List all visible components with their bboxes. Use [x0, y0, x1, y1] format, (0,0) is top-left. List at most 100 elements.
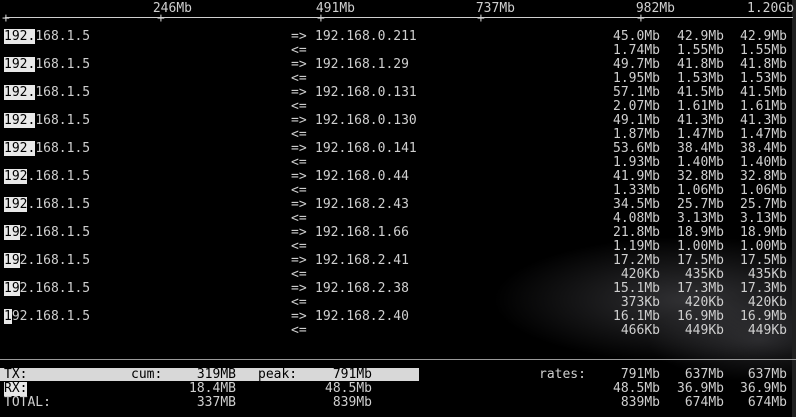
rx-rate-2s: 2.07Mb	[613, 99, 660, 114]
rx-rate-10s: 435Kb	[684, 267, 724, 282]
rx-rate-2s: 1.87Mb	[613, 127, 660, 142]
tx-rate-10s: 637Mb	[684, 367, 724, 382]
outbound-arrow: =>	[291, 309, 307, 324]
traffic-bar-segment: 192.	[4, 113, 36, 128]
scale-tick-mark: +	[2, 11, 10, 26]
traffic-bar-segment: 192	[4, 197, 28, 212]
destination-host: 192.168.0.130	[315, 113, 417, 128]
traffic-bar-segment: 192	[4, 169, 28, 184]
destination-host: 192.168.2.38	[315, 281, 409, 296]
outbound-arrow: =>	[291, 169, 307, 184]
rx-rate-2s: 48.5Mb	[613, 381, 660, 396]
tx-cum-value: 319MB	[196, 367, 236, 382]
source-host-text: 168.1.5	[35, 113, 91, 128]
rx-rate-40s: 36.9Mb	[740, 381, 787, 396]
tx-rate-2s: 15.1Mb	[613, 281, 660, 296]
tx-rate-40s: 25.7Mb	[740, 197, 787, 212]
source-host: 192.168.1.5	[4, 197, 91, 212]
destination-host: 192.168.0.141	[315, 141, 417, 156]
outbound-arrow: =>	[291, 197, 307, 212]
source-host: 192.168.1.5	[4, 141, 91, 156]
rx-rate-2s: 373Kb	[620, 295, 660, 310]
tx-rate-10s: 18.9Mb	[677, 225, 724, 240]
destination-host: 192.168.0.131	[315, 85, 417, 100]
tx-rate-40s: 41.3Mb	[740, 113, 787, 128]
rx-rate-10s: 1.40Mb	[677, 155, 724, 170]
inbound-arrow: <=	[291, 211, 307, 226]
traffic-bar-segment: 192.	[4, 57, 36, 72]
destination-host: 192.168.2.40	[315, 309, 409, 324]
rx-rate-2s: 420Kb	[620, 267, 660, 282]
footer-separator	[0, 359, 796, 360]
rx-rate-10s: 1.53Mb	[677, 71, 724, 86]
scale-tick-label: 246Mb	[152, 1, 192, 16]
outbound-arrow: =>	[291, 113, 307, 128]
total-label: TOTAL:	[4, 395, 51, 410]
rx-rate-40s: 435Kb	[747, 267, 787, 282]
source-host: 192.168.1.5	[4, 57, 91, 72]
tx-rate-40s: 18.9Mb	[740, 225, 787, 240]
scale-tick-mark: +	[317, 11, 325, 26]
cum-label: cum:	[131, 367, 163, 382]
rx-cum-value: 18.4MB	[189, 381, 236, 396]
tx-rate-10s: 16.9Mb	[677, 309, 724, 324]
rx-rate-2s: 1.93Mb	[613, 155, 660, 170]
traffic-bar-segment: 192.	[4, 141, 36, 156]
outbound-arrow: =>	[291, 253, 307, 268]
traffic-bar-segment: 19	[4, 253, 20, 268]
tx-rate-10s: 41.8Mb	[677, 57, 724, 72]
source-host: 192.168.1.5	[4, 113, 91, 128]
destination-host: 192.168.2.41	[315, 253, 409, 268]
tx-rate-40s: 17.5Mb	[740, 253, 787, 268]
traffic-bar-segment: 192.	[4, 29, 36, 44]
rx-rate-10s: 1.55Mb	[677, 43, 724, 58]
tx-rate-2s: 17.2Mb	[613, 253, 660, 268]
tx-rate-2s: 16.1Mb	[613, 309, 660, 324]
rx-rate-40s: 1.06Mb	[740, 183, 787, 198]
outbound-arrow: =>	[291, 57, 307, 72]
window-scrollbar[interactable]	[792, 0, 796, 417]
tx-rate-10s: 38.4Mb	[677, 141, 724, 156]
rx-rate-10s: 1.47Mb	[677, 127, 724, 142]
rx-rate-40s: 449Kb	[747, 323, 787, 338]
destination-host: 192.168.0.211	[315, 29, 417, 44]
tx-rate-40s: 32.8Mb	[740, 169, 787, 184]
total-cum-value: 337MB	[196, 395, 236, 410]
tx-rate-40s: 17.3Mb	[740, 281, 787, 296]
total-rate-10s: 674Mb	[684, 395, 724, 410]
inbound-arrow: <=	[291, 295, 307, 310]
source-host-text: 2.168.1.5	[19, 281, 91, 296]
tx-rate-10s: 41.3Mb	[677, 113, 724, 128]
rx-rate-2s: 1.33Mb	[613, 183, 660, 198]
tx-peak-value: 791Mb	[332, 367, 372, 382]
rx-rate-10s: 1.61Mb	[677, 99, 724, 114]
source-host-text: .168.1.5	[27, 197, 91, 212]
source-host: 192.168.1.5	[4, 85, 91, 100]
rx-rate-2s: 4.08Mb	[613, 211, 660, 226]
rates-label: rates:	[539, 367, 586, 382]
source-host-text: 168.1.5	[35, 85, 91, 100]
tx-rate-2s: 791Mb	[620, 367, 660, 382]
source-host: 192.168.1.5	[4, 225, 90, 240]
rx-peak-value: 48.5Mb	[325, 381, 372, 396]
source-host-text: 168.1.5	[35, 141, 91, 156]
inbound-arrow: <=	[291, 71, 307, 86]
tx-rate-2s: 49.7Mb	[613, 57, 660, 72]
source-host-text: 168.1.5	[35, 57, 91, 72]
scale-axis-line	[5, 17, 793, 18]
tx-rate-10s: 17.5Mb	[677, 253, 724, 268]
tx-label: TX:	[4, 367, 28, 382]
source-host: 192.168.1.5	[4, 281, 91, 296]
rx-rate-10s: 36.9Mb	[677, 381, 724, 396]
rx-rate-2s: 1.19Mb	[613, 239, 660, 254]
source-host-text: 168.1.5	[35, 29, 91, 44]
source-host-text: 2.168.1.5	[19, 253, 91, 268]
rx-rate-40s: 1.47Mb	[740, 127, 787, 142]
traffic-bar-segment: 19	[4, 281, 20, 296]
rx-rate-2s: 1.95Mb	[613, 71, 660, 86]
scale-tick-mark: +	[477, 11, 485, 26]
outbound-arrow: =>	[291, 281, 307, 296]
tx-rate-40s: 38.4Mb	[740, 141, 787, 156]
total-rate-2s: 839Mb	[620, 395, 660, 410]
rx-rate-10s: 3.13Mb	[677, 211, 724, 226]
